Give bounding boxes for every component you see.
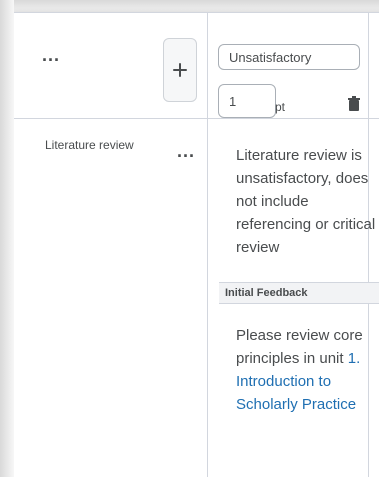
column-divider: [207, 13, 208, 477]
level-name-input[interactable]: Unsatisfactory: [218, 44, 360, 70]
points-input[interactable]: 1: [218, 84, 276, 118]
level-description[interactable]: Literature review is unsatisfactory, doe…: [236, 144, 376, 259]
trash-icon[interactable]: [347, 96, 361, 112]
add-criterion-button[interactable]: [163, 38, 197, 102]
app-frame: ... Unsatisfactory 1 pt Literature revie…: [0, 0, 379, 477]
feedback-prefix: Please review core principles in unit: [236, 327, 363, 367]
row-divider: [13, 118, 379, 119]
criterion-menu-icon[interactable]: ...: [177, 142, 195, 160]
feedback-link-2[interactable]: Introduction to Scholarly Practice: [236, 373, 356, 413]
criterion-name: Literature review: [45, 138, 134, 152]
plus-icon: [173, 63, 187, 77]
feedback-link-1[interactable]: 1.: [348, 350, 361, 367]
rubric-table: ... Unsatisfactory 1 pt Literature revie…: [12, 12, 379, 477]
initial-feedback-text[interactable]: Please review core principles in unit 1.…: [236, 324, 379, 416]
points-unit-label: pt: [275, 100, 286, 114]
initial-feedback-header: Initial Feedback: [219, 282, 379, 304]
criteria-menu-icon[interactable]: ...: [42, 46, 60, 64]
